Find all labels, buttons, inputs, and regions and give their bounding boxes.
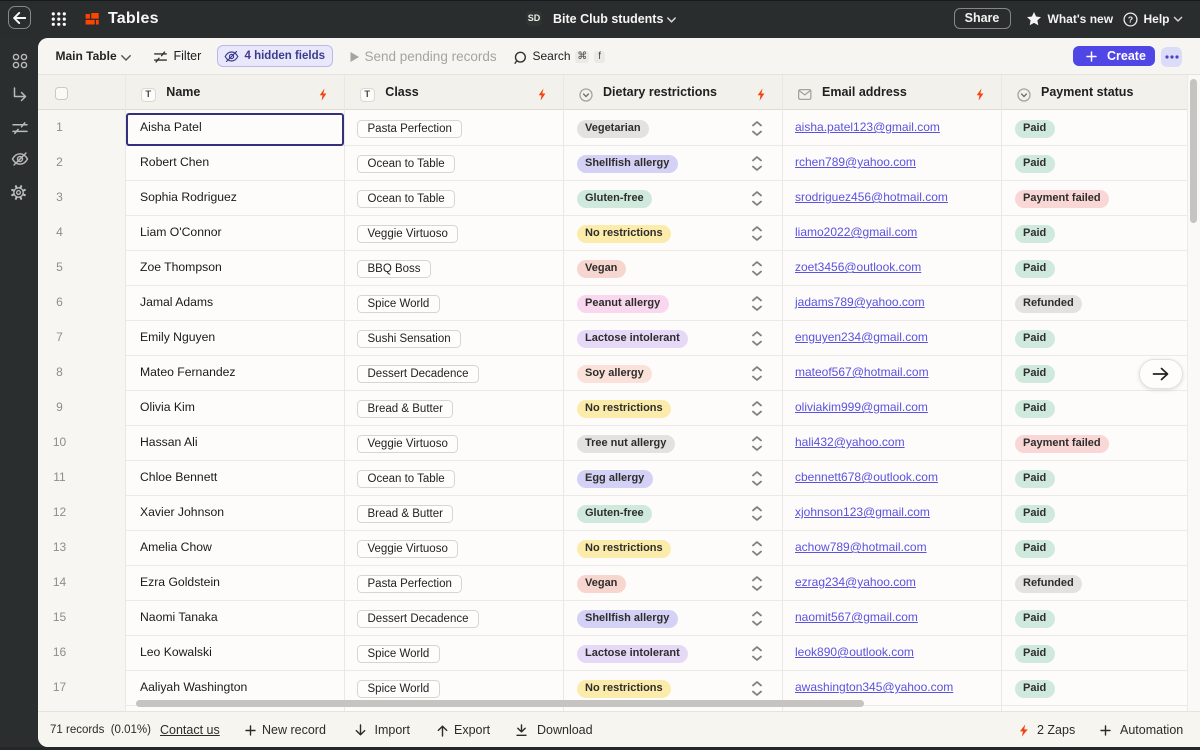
svg-text:?: ? — [1128, 14, 1133, 24]
